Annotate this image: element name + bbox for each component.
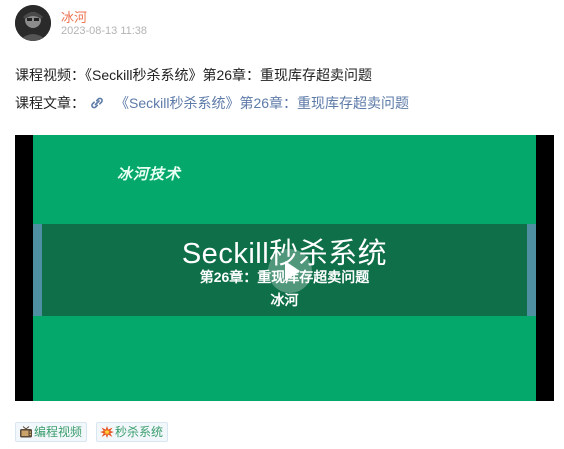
post-time: 2023-08-13 11:38	[61, 25, 148, 37]
explosion-icon	[100, 426, 114, 438]
tag-programming-video[interactable]: 编程视频	[15, 422, 88, 442]
video-line: 课程视频：《Seckill秒杀系统》第26章：重现库存超卖问题	[15, 65, 372, 85]
author-name[interactable]: 冰河	[61, 7, 87, 26]
tag-label: 秒杀系统	[115, 425, 164, 439]
video-player[interactable]: 冰河技术 Seckill秒杀系统 第26章：重现库存超卖问题 冰河	[15, 135, 554, 401]
tag-label: 编程视频	[34, 425, 83, 439]
link-icon	[91, 97, 103, 109]
video-cover: 冰河技术 Seckill秒杀系统 第26章：重现库存超卖问题 冰河	[33, 135, 536, 401]
video-brand: 冰河技术	[117, 165, 182, 183]
article-label: 课程文章：	[15, 95, 85, 111]
video-label: 课程视频：	[15, 67, 85, 83]
video-author: 冰河	[270, 292, 299, 308]
avatar[interactable]	[15, 5, 51, 41]
tv-icon	[20, 426, 32, 438]
tag-seckill-system[interactable]: 秒杀系统	[96, 422, 169, 442]
play-button[interactable]	[268, 249, 312, 293]
video-text: 《Seckill秒杀系统》第26章：重现库存超卖问题	[85, 67, 373, 83]
article-line: 课程文章： 《Seckill秒杀系统》第26章：重现库存超卖问题	[15, 93, 409, 113]
article-link[interactable]: 《Seckill秒杀系统》第26章：重现库存超卖问题	[115, 95, 409, 111]
play-icon	[285, 261, 300, 281]
